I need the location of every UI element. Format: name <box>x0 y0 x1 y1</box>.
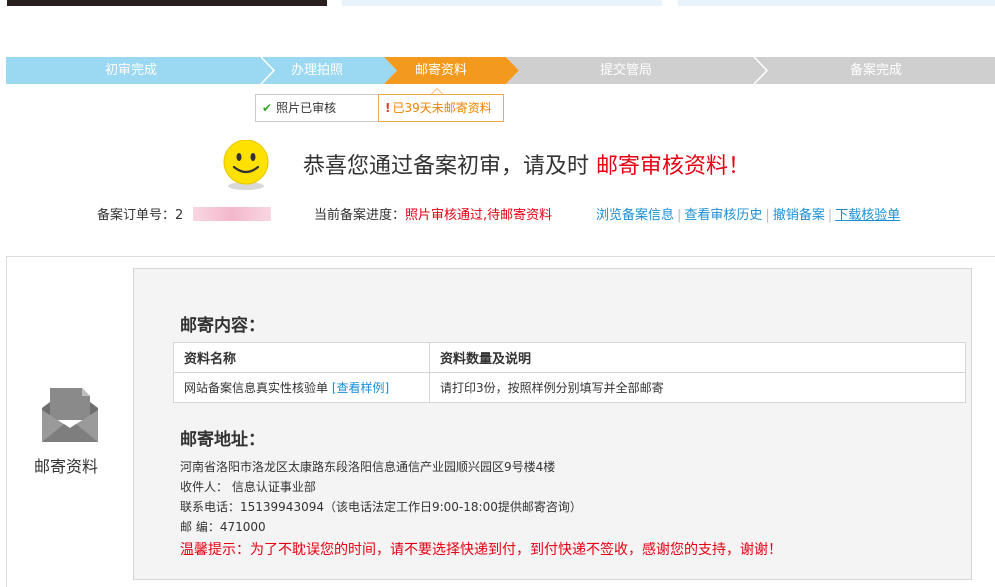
link-separator: | <box>827 208 833 223</box>
link-review-history[interactable]: 查看审核历史 <box>684 208 762 223</box>
tab-mail-pending[interactable]: ! 已39天未邮寄资料 <box>378 94 504 122</box>
headline-highlight: 邮寄审核资料！ <box>596 154 751 179</box>
order-number: 备案订单号：2 <box>97 204 183 223</box>
step-progress-bar: 初审完成 办理拍照 邮寄资料 提交管局 备案完成 <box>6 57 995 84</box>
top-banner-3 <box>678 0 995 6</box>
link-view-info[interactable]: 浏览备案信息 <box>596 208 674 223</box>
progress-value: 照片审核通过,待邮寄资料 <box>405 208 553 223</box>
progress-status: 当前备案进度：照片审核通过,待邮寄资料 <box>314 204 552 223</box>
mail-envelope-icon <box>42 388 98 442</box>
tab-mail-pending-label: 已39天未邮寄资料 <box>392 101 492 115</box>
link-cancel-filing[interactable]: 撤销备案 <box>773 208 825 223</box>
link-separator: | <box>765 208 770 223</box>
tab-photo-reviewed[interactable]: ✔ 照片已审核 <box>255 94 379 122</box>
col-header-desc: 资料数量及说明 <box>429 342 966 373</box>
sidebar-mail-label: 邮寄资料 <box>34 457 99 476</box>
exclamation-icon: ! <box>385 101 391 115</box>
recipient-line: 收件人： 信息认证事业部 <box>180 480 316 494</box>
top-banner-2 <box>342 0 662 6</box>
material-name: 网站备案信息真实性核验单 <box>184 381 332 395</box>
warm-tip: 温馨提示：为了不耽误您的时间，请不要选择快递到付，到付快递不签收，感谢您的支持，… <box>180 542 782 558</box>
link-download-form[interactable]: 下载核验单 <box>835 208 900 223</box>
mail-address-title: 邮寄地址： <box>180 430 265 450</box>
order-label: 备案订单号： <box>97 208 176 223</box>
cell-material-name: 网站备案信息真实性核验单 [查看样例] <box>173 372 430 403</box>
cell-material-desc: 请打印3份，按照样例分别填写并全部邮寄 <box>429 372 966 403</box>
headline-text: 恭喜您通过备案初审，请及时 <box>303 154 596 179</box>
mail-content-title: 邮寄内容： <box>180 316 265 336</box>
table-row: 网站备案信息真实性核验单 [查看样例] 请打印3份，按照样例分别填写并全部邮寄 <box>173 372 966 403</box>
materials-table: 资料名称 资料数量及说明 网站备案信息真实性核验单 [查看样例] 请打印3份，按… <box>173 342 966 403</box>
checkmark-icon: ✔ <box>262 101 273 115</box>
order-number-mask <box>193 207 271 221</box>
phone-line: 联系电话：15139943094（该电话法定工作日9:00-18:00提供邮寄咨… <box>180 500 582 514</box>
address-line: 河南省洛阳市洛龙区太康路东段洛阳信息通信产业园顺兴园区9号楼4楼 <box>180 460 556 474</box>
action-links: 浏览备案信息 | 查看审核历史 | 撤销备案 | 下载核验单 <box>596 204 900 223</box>
step-3-current: 邮寄资料 <box>414 63 467 78</box>
progress-label: 当前备案进度： <box>314 208 406 223</box>
step-4: 提交管局 <box>599 63 652 78</box>
order-value: 2 <box>175 208 184 223</box>
view-sample-link[interactable]: [查看样例] <box>332 381 389 395</box>
zip-line: 邮 编：471000 <box>180 520 266 534</box>
page-headline: 恭喜您通过备案初审，请及时 邮寄审核资料！ <box>303 148 750 180</box>
step-1: 初审完成 <box>104 63 157 78</box>
smiley-icon <box>223 140 269 190</box>
table-header-row: 资料名称 资料数量及说明 <box>173 342 966 373</box>
top-banner-1 <box>7 0 327 6</box>
step-2: 办理拍照 <box>290 63 343 78</box>
step-5: 备案完成 <box>849 63 902 78</box>
tab-photo-reviewed-label: 照片已审核 <box>276 101 337 115</box>
link-separator: | <box>677 208 682 223</box>
tab-pointer <box>431 88 443 94</box>
col-header-name: 资料名称 <box>173 342 430 373</box>
